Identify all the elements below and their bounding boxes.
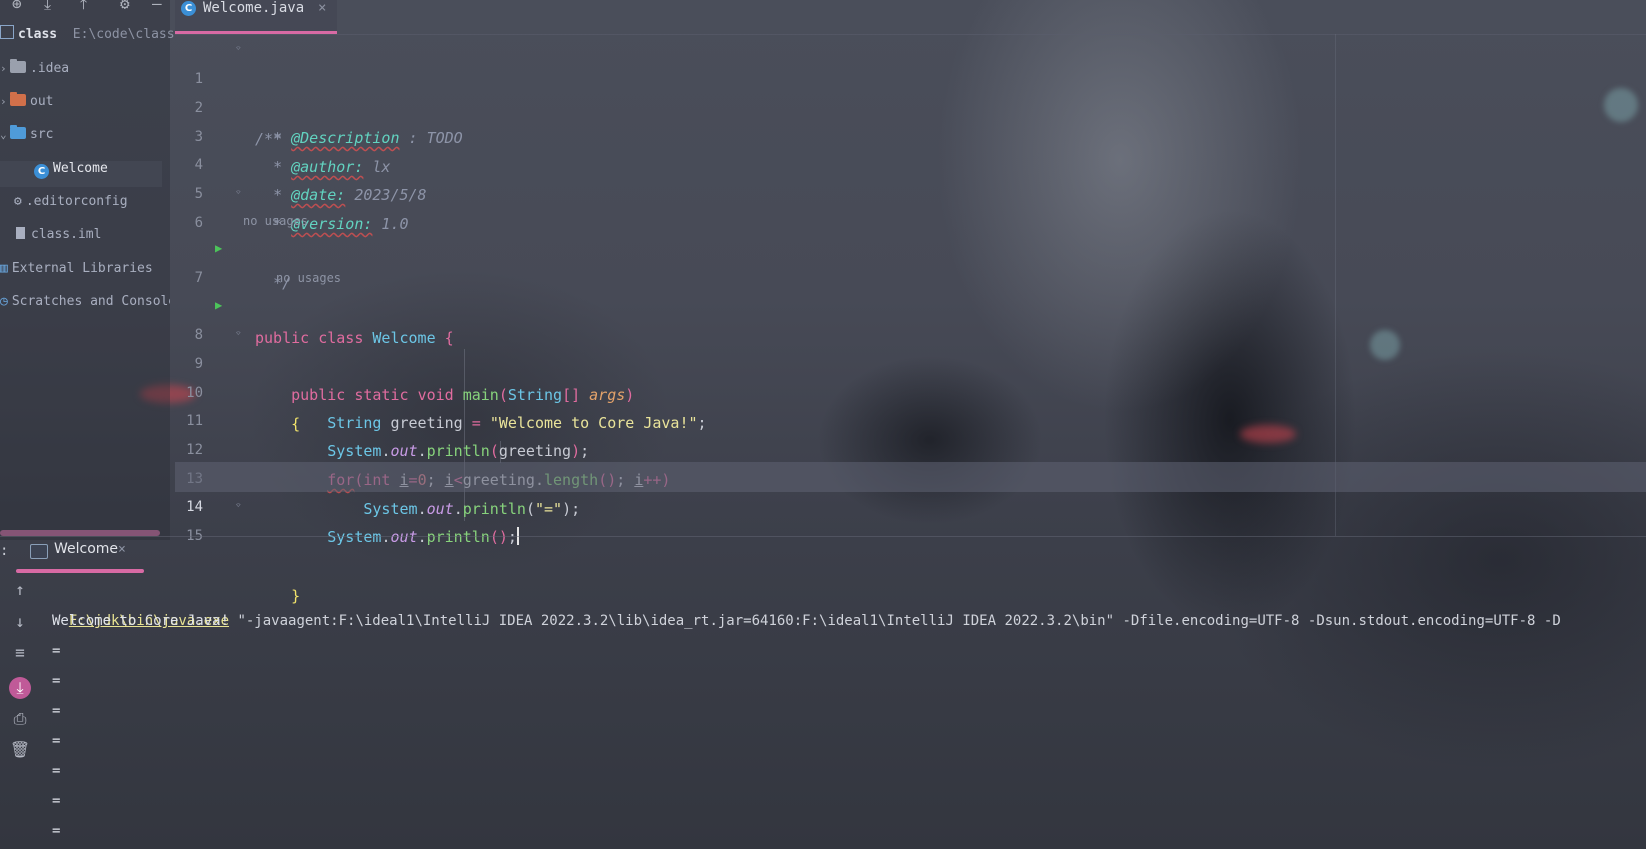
code-line: 7 ▶ public class Welcome { (175, 233, 1646, 347)
line-number: 7 (194, 270, 203, 286)
tree-item-label: .editorconfig (25, 194, 128, 209)
tree-item-out[interactable]: › out (0, 89, 53, 115)
run-tab-label: Welcome (54, 541, 119, 557)
project-panel: ⊕ ⤓ ⤒ ⚙ — class E:\code\class › .idea › ou… (0, 0, 175, 540)
console-icon (30, 544, 48, 559)
scratch-icon: ◷ (0, 294, 8, 309)
project-toolbar: ⊕ ⤓ ⤒ ⚙ — (0, 0, 170, 18)
code-line: 5 * @version: 1.0 (175, 149, 1646, 233)
library-icon: ▥ (0, 261, 8, 276)
code-line: 15 ⌔ } (175, 491, 1646, 605)
tree-item-idea[interactable]: › .idea (0, 56, 69, 82)
tree-item-label: .idea (30, 61, 70, 76)
run-tab-underline (16, 569, 144, 573)
tree-item-label: src (30, 127, 54, 142)
tree-item-class-iml[interactable]: class.iml (16, 222, 101, 248)
soft-wrap-icon[interactable]: ≡ (9, 643, 31, 662)
run-panel-header: : Welcome × (0, 536, 1646, 569)
run-icon[interactable]: ▶ (215, 290, 222, 320)
trash-icon[interactable]: 🗑 (9, 740, 31, 759)
add-icon[interactable]: ⊕ (12, 0, 22, 13)
usages-hint[interactable]: no usages (243, 209, 308, 233)
usages-hint[interactable]: no usages (276, 266, 341, 290)
tab-welcome-java[interactable]: C Welcome.java × (175, 0, 337, 34)
console-output-line: = (52, 673, 61, 689)
java-class-icon: C (34, 164, 49, 179)
chevron-right-icon[interactable]: › (0, 56, 10, 82)
tree-item-editorconfig[interactable]: ⚙ .editorconfig (14, 189, 128, 215)
tree-item-welcome[interactable]: C Welcome (34, 156, 108, 182)
close-icon[interactable]: × (118, 542, 126, 557)
command-args: "-javaagent:F:\ideal1\IntelliJ IDEA 2022… (229, 613, 1561, 629)
code-line: 6 ⌔ */ (175, 178, 1646, 292)
tree-item-label: External Libraries (11, 261, 153, 276)
gear-icon: ⚙ (14, 194, 22, 209)
close-icon[interactable]: × (318, 0, 326, 16)
tab-label: Welcome.java (203, 0, 305, 16)
tree-item-label: class.iml (31, 227, 102, 242)
tree-item-label: Welcome (53, 161, 108, 176)
fold-icon[interactable]: ⌔ (235, 491, 242, 521)
console-output-line: = (52, 823, 61, 839)
code-editor[interactable]: 1 ⌔ /** 2 * @Description : TODO 3 * @aut… (175, 34, 1646, 605)
console-output-line: = (52, 793, 61, 809)
minimize-icon[interactable]: — (152, 0, 162, 13)
console-command-line: F:\jdk\bin\java.exe "-javaagent:F:\ideal… (52, 576, 1561, 629)
fold-icon[interactable]: ⌔ (235, 319, 242, 349)
code-line: 4 * @date: 2023/5/8 (175, 120, 1646, 204)
code-line: 9 ⌔ { (175, 319, 1646, 433)
code-line: 11 System.out.println(greeting); (175, 376, 1646, 460)
console-output-line: = (52, 733, 61, 749)
console-output-line: = (52, 763, 61, 779)
console-output-line: = (52, 643, 61, 659)
collapse-all-icon[interactable]: ⤓ (44, 0, 51, 14)
javadoc-value: 1.0 (372, 215, 409, 233)
fold-icon[interactable]: ⌔ (235, 34, 242, 64)
code-line: 2 * @Description : TODO (175, 63, 1646, 147)
chevron-down-icon[interactable]: ⌄ (0, 122, 10, 148)
tree-item-src[interactable]: ⌄ src (0, 122, 53, 148)
project-name: class (18, 27, 58, 42)
tree-item-label: Scratches and Consoles (11, 294, 170, 309)
print-icon[interactable]: ⎙ (9, 709, 31, 729)
run-icon[interactable]: ▶ (215, 233, 222, 263)
up-arrow-icon[interactable]: ↑ (9, 580, 31, 599)
console-output-line: Welcome to Core Java! (52, 613, 230, 629)
code-line: 10 String greeting = "Welcome to Core Ja… (175, 348, 1646, 432)
java-class-icon: C (181, 1, 196, 16)
console-output-line: = (52, 703, 61, 719)
folder-icon (10, 125, 26, 139)
code-line: 3 * @author: lx (175, 92, 1646, 176)
file-icon (16, 227, 25, 239)
code-line-current: 14 System.out.println(); (175, 462, 1646, 546)
tree-item-label: out (30, 94, 54, 109)
code-line: 1 ⌔ /** (175, 34, 1646, 148)
expand-all-icon[interactable]: ⤒ (80, 0, 87, 14)
chevron-right-icon[interactable]: › (0, 89, 10, 115)
scroll-to-end-icon[interactable]: ⤓ (9, 677, 31, 699)
editor-tab-strip: C Welcome.java × (175, 0, 1646, 35)
project-root[interactable]: class E:\code\class (0, 22, 175, 48)
tree-item-external-libraries[interactable]: ▥ External Libraries (0, 256, 153, 282)
run-tab-welcome[interactable]: Welcome × (30, 541, 140, 565)
code-line: 8 ▶ public static void main(String[] arg… (175, 290, 1646, 404)
gear-icon[interactable]: ⚙ (120, 0, 130, 13)
module-icon (0, 25, 14, 39)
down-arrow-icon[interactable]: ↓ (9, 612, 31, 631)
folder-icon (10, 59, 26, 73)
code-line: 12 for(int i=0; i<greeting.length(); i++… (175, 405, 1646, 489)
project-path: E:\code\class (72, 27, 175, 42)
run-panel-title: : (0, 543, 9, 559)
fold-icon[interactable]: ⌔ (235, 178, 242, 208)
tree-item-scratches[interactable]: ◷ Scratches and Consoles (0, 289, 170, 315)
code-line: 13 System.out.println("="); (175, 434, 1646, 518)
folder-icon (10, 92, 26, 106)
